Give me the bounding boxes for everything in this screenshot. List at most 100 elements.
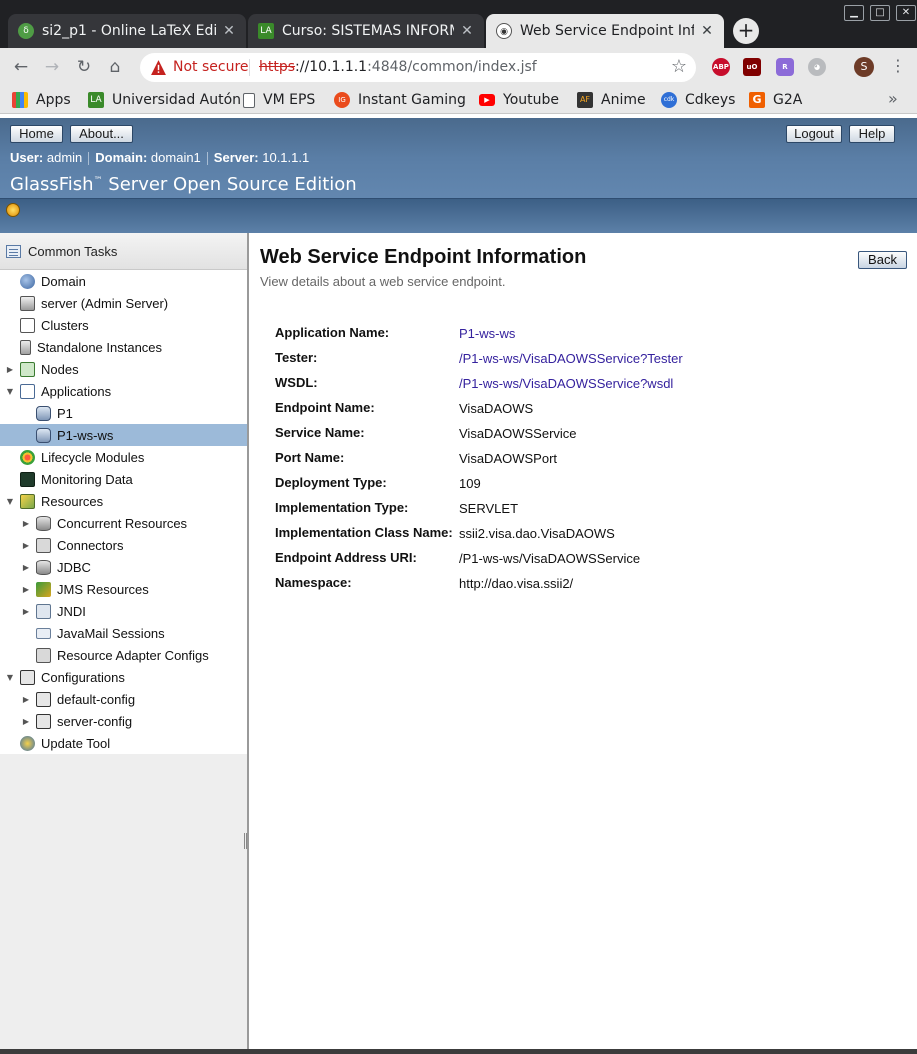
property-label: Namespace: bbox=[275, 575, 352, 590]
url-text[interactable]: https://10.1.1.1:4848/common/index.jsf bbox=[259, 59, 537, 75]
tree-item-configurations[interactable]: ▼ Configurations bbox=[0, 666, 247, 688]
tree-item-default-config[interactable]: ▶ default-config bbox=[0, 688, 247, 710]
tree-item-resources[interactable]: ▼ Resources bbox=[0, 490, 247, 512]
config-icon bbox=[20, 669, 35, 685]
tree-item-label: P1 bbox=[57, 405, 73, 421]
property-label: Endpoint Address URI: bbox=[275, 550, 417, 565]
tree-item-label: Domain bbox=[41, 273, 86, 289]
reload-icon[interactable]: ↻ bbox=[73, 56, 95, 78]
tree-item-jdbc[interactable]: ▶ JDBC bbox=[0, 556, 247, 578]
property-link[interactable]: /P1-ws-ws/VisaDAOWSService?wsdl bbox=[459, 376, 673, 391]
profile-avatar[interactable]: S bbox=[854, 57, 874, 77]
expand-arrow-icon[interactable]: ▶ bbox=[21, 695, 31, 704]
logout-button[interactable]: Logout bbox=[786, 125, 842, 143]
lifecycle-icon bbox=[20, 449, 35, 465]
bookmark-youtube[interactable]: ▶ Youtube bbox=[479, 90, 559, 110]
back-arrow-icon[interactable]: ← bbox=[10, 56, 32, 78]
bookmark-star-icon[interactable]: ☆ bbox=[671, 56, 687, 77]
collapse-arrow-icon[interactable]: ▼ bbox=[5, 387, 15, 396]
property-row: WSDL: /P1-ws-ws/VisaDAOWSService?wsdl bbox=[275, 375, 895, 395]
forward-arrow-icon[interactable]: → bbox=[41, 56, 63, 78]
property-value: ssii2.visa.dao.VisaDAOWS bbox=[459, 526, 615, 541]
splitter-handle[interactable] bbox=[244, 833, 247, 849]
tree-item-p1-ws-ws[interactable]: P1-ws-ws bbox=[0, 424, 247, 446]
tree-item-applications[interactable]: ▼ Applications bbox=[0, 380, 247, 402]
bookmark-uam[interactable]: LA Universidad Autónoma de Madrid bbox=[88, 90, 240, 110]
tree-item-clusters[interactable]: Clusters bbox=[0, 314, 247, 336]
tab-glassfish[interactable]: ◉ Web Service Endpoint Information ✕ bbox=[486, 14, 724, 48]
tree-item-standalone-instances[interactable]: Standalone Instances bbox=[0, 336, 247, 358]
bookmark-vm-eps[interactable]: VM EPS bbox=[243, 90, 315, 110]
expand-arrow-icon[interactable]: ▶ bbox=[21, 717, 31, 726]
tree-item-label: Nodes bbox=[41, 361, 79, 377]
not-secure-label[interactable]: Not secure bbox=[173, 59, 249, 75]
tab-overleaf[interactable]: δ si2_p1 - Online LaTeX Editor ✕ bbox=[8, 14, 246, 48]
tree-item-update-tool[interactable]: Update Tool bbox=[0, 732, 247, 754]
expand-arrow-icon[interactable]: ▶ bbox=[21, 585, 31, 594]
property-link[interactable]: /P1-ws-ws/VisaDAOWSService?Tester bbox=[459, 351, 683, 366]
tree-item-concurrent-resources[interactable]: ▶ Concurrent Resources bbox=[0, 512, 247, 534]
tree-item-connectors[interactable]: ▶ Connectors bbox=[0, 534, 247, 556]
expand-arrow-icon[interactable]: ▶ bbox=[21, 541, 31, 550]
tree-item-jndi[interactable]: ▶ JNDI bbox=[0, 600, 247, 622]
background-tasks-icon[interactable] bbox=[6, 203, 20, 217]
bookmark-anime[interactable]: AF Anime bbox=[577, 90, 646, 110]
tree-item-label: Connectors bbox=[57, 537, 124, 553]
tree-item-javamail-sessions[interactable]: JavaMail Sessions bbox=[0, 622, 247, 644]
home-icon[interactable]: ⌂ bbox=[104, 56, 126, 78]
masthead-status-strip bbox=[0, 198, 917, 233]
tree-item-jms-resources[interactable]: ▶ JMS Resources bbox=[0, 578, 247, 600]
minimize-icon[interactable]: ▁ bbox=[844, 5, 864, 21]
adblock-plus-icon[interactable]: ABP bbox=[712, 58, 730, 76]
ublock-origin-icon[interactable]: uO bbox=[743, 58, 761, 76]
back-button[interactable]: Back bbox=[858, 251, 907, 269]
bookmark-instant-gaming[interactable]: IG Instant Gaming bbox=[334, 90, 466, 110]
product-name: GlassFish™ Server Open Source Edition bbox=[10, 174, 357, 195]
tree-item-label: Resources bbox=[41, 493, 104, 509]
tree-item-label: JMS Resources bbox=[57, 581, 149, 597]
divider bbox=[88, 152, 90, 166]
collapse-arrow-icon[interactable]: ▼ bbox=[5, 673, 15, 682]
bookmark-g2a[interactable]: G G2A bbox=[749, 90, 802, 110]
close-window-icon[interactable]: ✕ bbox=[896, 5, 916, 21]
bookmark-cdkeys[interactable]: cdk Cdkeys bbox=[661, 90, 735, 110]
property-label: Deployment Type: bbox=[275, 475, 387, 490]
close-icon[interactable]: ✕ bbox=[460, 23, 474, 39]
property-value: VisaDAOWSService bbox=[459, 426, 577, 441]
extension-r-icon[interactable]: R bbox=[776, 58, 794, 76]
tree-item-resource-adapter-configs[interactable]: Resource Adapter Configs bbox=[0, 644, 247, 666]
address-bar[interactable]: Not secure https://10.1.1.1:4848/common/… bbox=[140, 53, 696, 82]
home-button[interactable]: Home bbox=[10, 125, 63, 143]
tree-item-label: Standalone Instances bbox=[37, 339, 163, 355]
close-icon[interactable]: ✕ bbox=[222, 23, 236, 39]
chevron-right-icon[interactable]: » bbox=[888, 89, 898, 108]
tree-item-nodes[interactable]: ▶ Nodes bbox=[0, 358, 247, 380]
tree-item-monitoring-data[interactable]: Monitoring Data bbox=[0, 468, 247, 490]
property-row: Tester: /P1-ws-ws/VisaDAOWSService?Tester bbox=[275, 350, 895, 370]
property-link[interactable]: P1-ws-ws bbox=[459, 326, 515, 341]
menu-icon[interactable]: ⋮ bbox=[890, 56, 906, 75]
new-tab-button[interactable]: + bbox=[733, 18, 759, 44]
expand-arrow-icon[interactable]: ▶ bbox=[21, 607, 31, 616]
about-button[interactable]: About... bbox=[70, 125, 133, 143]
discord-icon[interactable]: ◕ bbox=[808, 58, 826, 76]
tree-item-server-admin-server[interactable]: server (Admin Server) bbox=[0, 292, 247, 314]
expand-arrow-icon[interactable]: ▶ bbox=[21, 563, 31, 572]
help-button[interactable]: Help bbox=[849, 125, 895, 143]
expand-arrow-icon[interactable]: ▶ bbox=[5, 365, 15, 374]
bookmark-apps[interactable]: Apps bbox=[12, 90, 71, 110]
close-icon[interactable]: ✕ bbox=[700, 23, 714, 39]
collapse-arrow-icon[interactable]: ▼ bbox=[5, 497, 15, 506]
config-icon bbox=[36, 691, 51, 707]
instant-gaming-icon: IG bbox=[334, 92, 350, 108]
tree-item-lifecycle-modules[interactable]: Lifecycle Modules bbox=[0, 446, 247, 468]
tab-moodle[interactable]: LA Curso: SISTEMAS INFORMÁTICOS ✕ bbox=[248, 14, 484, 48]
maximize-icon[interactable]: □ bbox=[870, 5, 890, 21]
server-icon bbox=[20, 295, 35, 311]
tree-item-domain[interactable]: Domain bbox=[0, 270, 247, 292]
expand-arrow-icon[interactable]: ▶ bbox=[21, 519, 31, 528]
tree-title: Common Tasks bbox=[28, 243, 118, 259]
tree-header[interactable]: Common Tasks bbox=[0, 233, 247, 270]
tree-item-p1[interactable]: P1 bbox=[0, 402, 247, 424]
tree-item-server-config[interactable]: ▶ server-config bbox=[0, 710, 247, 732]
